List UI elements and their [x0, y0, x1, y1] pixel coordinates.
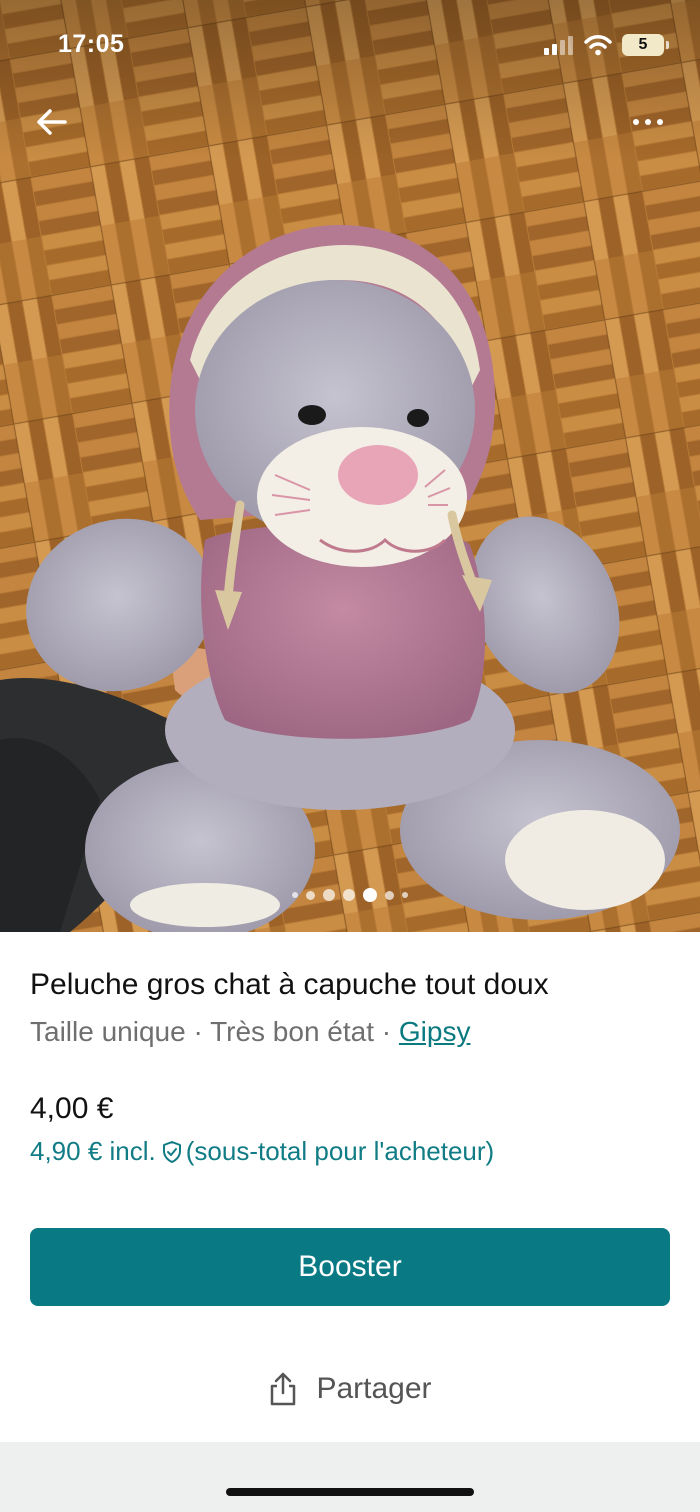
more-icon [633, 119, 639, 125]
booster-button[interactable]: Booster [30, 1228, 670, 1306]
more-options-button[interactable] [620, 100, 676, 144]
pager-dot[interactable] [323, 889, 335, 901]
share-button[interactable]: Partager [230, 1357, 470, 1421]
share-icon [271, 1372, 296, 1406]
meta-separator: · [185, 1016, 211, 1047]
pager-dot[interactable] [343, 889, 355, 901]
photo-pager [0, 888, 700, 902]
back-button[interactable] [30, 100, 74, 144]
meta-separator: · [374, 1016, 399, 1047]
listing-details: Peluche gros chat à capuche tout doux Ta… [0, 932, 700, 1442]
pager-dot[interactable] [292, 892, 298, 898]
brand-link[interactable]: Gipsy [399, 1016, 471, 1047]
status-time: 17:05 [58, 30, 125, 58]
price-incl-protection[interactable]: 4,90 € incl. (sous-total pour l'acheteur… [30, 1136, 494, 1167]
status-icons: 5 [544, 33, 669, 57]
shield-icon [162, 1140, 181, 1163]
listing-price: 4,00 € [30, 1092, 114, 1125]
battery-icon: 5 [622, 34, 669, 56]
bottom-area [0, 1442, 700, 1512]
price-incl-note: (sous-total pour l'acheteur) [185, 1136, 495, 1166]
pager-dot-active[interactable] [363, 888, 377, 902]
listing-meta: Taille unique · Très bon état · Gipsy [30, 1016, 470, 1048]
status-bar: 17:05 5 [0, 0, 700, 90]
wifi-icon [584, 35, 612, 56]
listing-size: Taille unique [30, 1016, 186, 1047]
listing-title: Peluche gros chat à capuche tout doux [30, 968, 549, 1001]
back-arrow-icon [37, 109, 67, 135]
share-label: Partager [316, 1372, 432, 1405]
home-indicator[interactable] [226, 1488, 474, 1496]
signal-icon [544, 36, 573, 55]
product-photo[interactable]: 17:05 5 [0, 0, 700, 932]
product-image [0, 0, 700, 932]
price-incl-value: 4,90 € incl. [30, 1136, 156, 1166]
pager-dot[interactable] [402, 892, 408, 898]
listing-condition: Très bon état [210, 1016, 375, 1047]
pager-dot[interactable] [385, 890, 394, 900]
pager-dot[interactable] [306, 890, 315, 900]
